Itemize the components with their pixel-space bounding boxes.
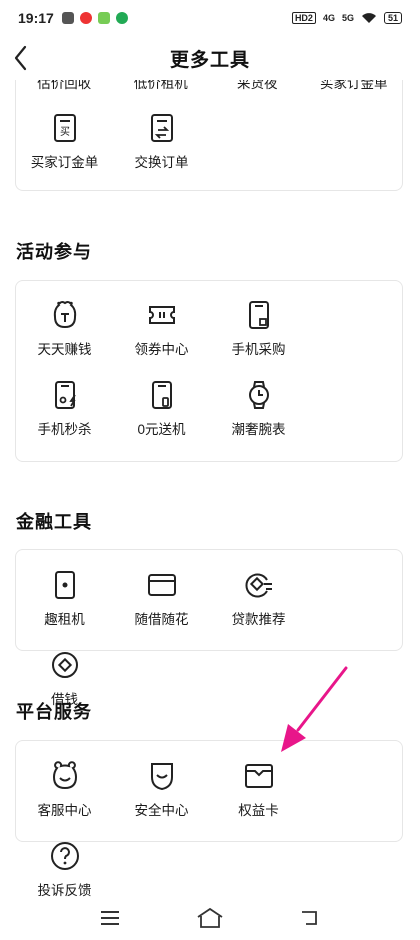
battery-icon: 51 [383, 12, 402, 24]
signal-4g-icon: 4G [322, 13, 335, 23]
notification-app-icon [61, 12, 74, 24]
tool-luxury-watch[interactable]: 潮奢腕表 [210, 369, 307, 449]
tool-label: 安全中心 [134, 803, 189, 818]
borrow-icon [51, 652, 78, 678]
hd-icon: HD2 [291, 12, 316, 24]
tool-label: 手机采购 [231, 342, 286, 357]
section-title-finance: 金融工具 [16, 512, 92, 532]
free-phone-icon [151, 381, 172, 409]
tool-borrow-spend[interactable]: 随借随花 [113, 559, 210, 639]
back-nav-button[interactable] [295, 903, 325, 933]
svg-text:买: 买 [60, 126, 70, 138]
status-indicators: HD2 4G 5G 51 [291, 12, 402, 24]
customer-service-icon [52, 761, 77, 790]
signal-5g-icon: 5G [341, 13, 354, 23]
page-title: 更多工具 [169, 49, 250, 71]
chevron-left-icon [14, 45, 27, 71]
phone-flash-sale-icon [54, 381, 76, 409]
notification-app-icon [97, 12, 110, 24]
menu-icon [101, 910, 119, 925]
exchange-order-icon [150, 114, 173, 142]
notification-app-icon [115, 12, 128, 24]
tool-label: 交换订单 [134, 155, 189, 170]
tool-label: 权益卡 [238, 803, 279, 818]
tool-label-cut[interactable]: 低价租机 [113, 80, 210, 94]
phone-purchase-icon [248, 301, 269, 329]
coupon-icon [148, 306, 175, 324]
tool-label: 趣租机 [44, 612, 85, 627]
card-icon [147, 574, 176, 596]
platform-card: 客服中心 安全中心 权益卡 投诉反馈 [15, 740, 403, 898]
system-nav-bar [0, 895, 420, 940]
tool-deposit-order[interactable]: 买 买家订金单 [16, 94, 113, 174]
tool-label: 0元送机 [137, 422, 186, 437]
tool-daily-earn[interactable]: 天天赚钱 [16, 289, 113, 369]
money-bag-icon [53, 301, 76, 329]
wifi-icon [361, 13, 376, 23]
tool-label: 潮奢腕表 [231, 422, 286, 437]
menu-button[interactable] [95, 903, 125, 933]
tool-flash-sale[interactable]: 手机秒杀 [16, 369, 113, 449]
tool-label-cut[interactable]: 买家订金单 [306, 80, 403, 94]
notification-app-icon [79, 12, 92, 24]
top-tools-card: 估价回收 低价租机 采货夜 买家订金单 买 买家订金单 交换订单 [15, 80, 403, 191]
tool-rent-phone[interactable]: 趣租机 [16, 559, 113, 639]
home-icon [197, 907, 223, 928]
tool-label: 买家订金单 [30, 155, 99, 170]
tool-label: 随借随花 [134, 612, 189, 627]
notification-icons [61, 12, 128, 24]
status-time: 19:17 [18, 10, 54, 26]
tool-label: 手机秒杀 [37, 422, 92, 437]
loan-icon [245, 573, 272, 598]
section-title-activity: 活动参与 [16, 242, 92, 262]
home-button[interactable] [195, 903, 225, 933]
tool-label-cut[interactable]: 估价回收 [16, 80, 113, 94]
shield-icon [150, 763, 173, 791]
back-button[interactable] [6, 42, 38, 74]
status-bar: 19:17 HD2 4G 5G 51 [0, 0, 420, 36]
tool-security-center[interactable]: 安全中心 [113, 750, 210, 830]
tool-label-cut[interactable]: 采货夜 [209, 80, 306, 94]
tool-label: 客服中心 [37, 803, 92, 818]
tool-phone-purchase[interactable]: 手机采购 [210, 289, 307, 369]
watch-icon [248, 381, 269, 409]
back-nav-icon [302, 910, 317, 925]
tool-free-phone[interactable]: 0元送机 [113, 369, 210, 449]
header: 更多工具 [0, 36, 420, 80]
tool-label: 领券中心 [134, 342, 189, 357]
activity-card: 天天赚钱 领券中心 手机采购 手机秒杀 0元送机 潮奢腕表 [15, 280, 403, 462]
tool-label: 贷款推荐 [231, 612, 286, 627]
benefit-card-icon [244, 764, 273, 788]
tool-label: 天天赚钱 [37, 342, 92, 357]
section-title-platform: 平台服务 [16, 702, 92, 722]
question-icon [50, 842, 79, 870]
tool-loan-recommend[interactable]: 贷款推荐 [210, 559, 307, 639]
tool-exchange-order[interactable]: 交换订单 [113, 94, 210, 174]
tool-customer-service[interactable]: 客服中心 [16, 750, 113, 830]
tool-benefit-card[interactable]: 权益卡 [210, 750, 307, 830]
finance-card: 趣租机 随借随花 贷款推荐 借钱 [15, 549, 403, 707]
deposit-order-icon: 买 [53, 114, 76, 142]
rent-phone-icon [54, 571, 75, 599]
cut-off-row: 估价回收 低价租机 采货夜 买家订金单 [16, 80, 402, 94]
tool-coupon-center[interactable]: 领券中心 [113, 289, 210, 369]
